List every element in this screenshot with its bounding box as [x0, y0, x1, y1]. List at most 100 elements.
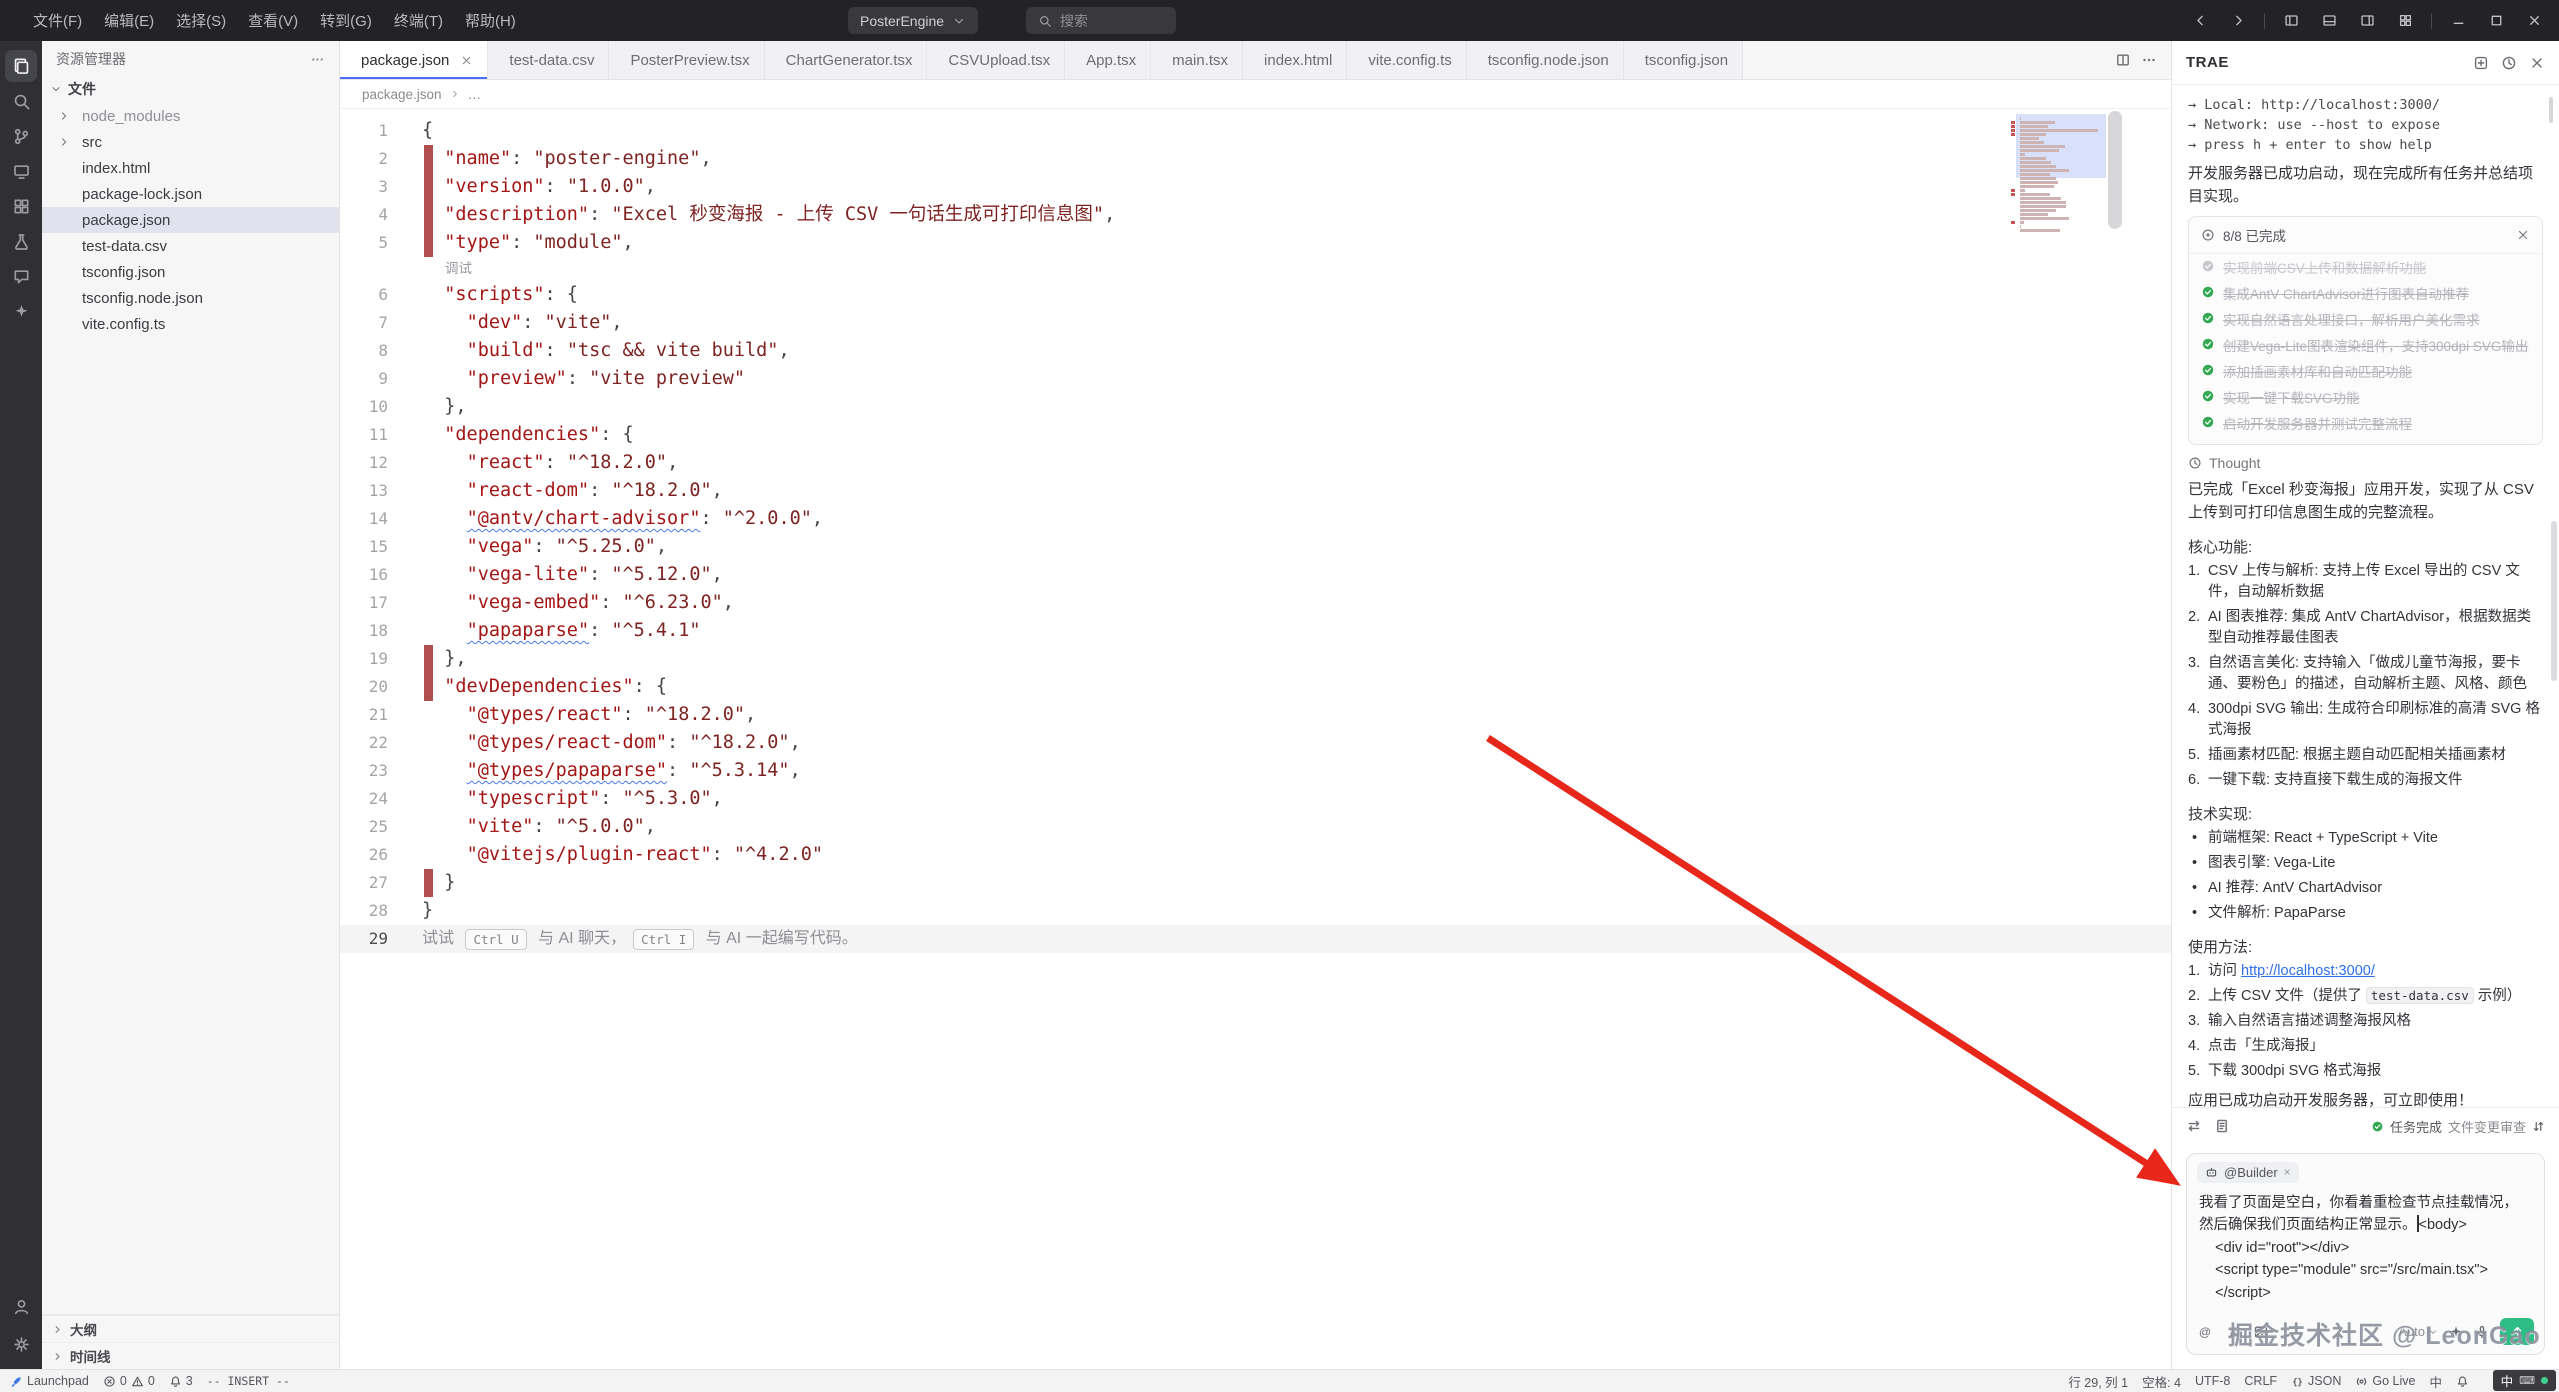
code-line-17[interactable]: 17 "vega-embed": "^6.23.0",	[340, 589, 2171, 617]
task-list-header[interactable]: 8/8 已完成	[2189, 217, 2542, 254]
status-空格: 4[interactable]: 空格: 4	[2142, 1372, 2181, 1391]
menu-item[interactable]: 转到(G)	[309, 0, 383, 41]
breadcrumb-more[interactable]: …	[468, 87, 482, 102]
tab-tsconfig.json[interactable]: TStsconfig.json	[1624, 41, 1743, 79]
status-CRLF[interactable]: CRLF	[2244, 1374, 2277, 1388]
ime-widget[interactable]: 中 ⌨	[2493, 1370, 2556, 1391]
activity-bubble[interactable]	[5, 260, 37, 292]
code-line-8[interactable]: 8 "build": "tsc && vite build",	[340, 337, 2171, 365]
notifications-count[interactable]: 3	[169, 1374, 193, 1388]
breadcrumb-file[interactable]: package.json	[362, 87, 442, 102]
send-button[interactable]	[2500, 1318, 2534, 1345]
code-line-1[interactable]: 1{	[340, 117, 2171, 145]
activity-flask[interactable]	[5, 225, 37, 257]
code-line-2[interactable]: 2 "name": "poster-engine",	[340, 145, 2171, 173]
code-line-11[interactable]: 11 "dependencies": {	[340, 421, 2171, 449]
new-chat-icon[interactable]	[2473, 55, 2489, 71]
tab-package.json[interactable]: {}package.json	[340, 41, 488, 79]
file-index.html[interactable]: <>index.html	[42, 155, 339, 181]
tab-CSVUpload.tsx[interactable]: CSVUpload.tsx	[927, 41, 1065, 79]
editor-scrollbar[interactable]	[2108, 111, 2122, 1321]
activity-blocks[interactable]	[5, 190, 37, 222]
code-line-29[interactable]: 29试试 Ctrl U 与 AI 聊天，Ctrl I 与 AI 一起编写代码。	[340, 925, 2171, 953]
open-changes-icon[interactable]	[2214, 1118, 2230, 1134]
activity-monitor[interactable]	[5, 155, 37, 187]
code-line-5[interactable]: 5 "type": "module",	[340, 229, 2171, 257]
code-line-21[interactable]: 21 "@types/react": "^18.2.0",	[340, 701, 2171, 729]
menu-item[interactable]: 文件(F)	[22, 0, 93, 41]
file-test-data.csv[interactable]: test-data.csv	[42, 233, 339, 259]
voice-input-icon[interactable]	[2474, 1324, 2490, 1340]
status-UTF-8[interactable]: UTF-8	[2195, 1374, 2230, 1388]
status-行 29, 列 1[interactable]: 行 29, 列 1	[2068, 1372, 2128, 1391]
toggle-sidebar-button[interactable]	[2274, 7, 2308, 35]
menu-item[interactable]: 查看(V)	[237, 0, 309, 41]
context-tag-icon[interactable]: #	[2225, 1324, 2241, 1340]
tab-ChartGenerator.tsx[interactable]: ChartGenerator.tsx	[765, 41, 928, 79]
model-selector[interactable]: Auto	[2398, 1324, 2438, 1339]
code-line-12[interactable]: 12 "react": "^18.2.0",	[340, 449, 2171, 477]
chat-input-card[interactable]: @Builder × 我看了页面是空白，你看着重检查节点挂载情况，然后确保我们页…	[2186, 1153, 2545, 1355]
thought-toggle[interactable]: Thought	[2188, 455, 2543, 471]
code-line-23[interactable]: 23 "@types/papaparse": "^5.3.14",	[340, 757, 2171, 785]
collapse-tasks-icon[interactable]	[2516, 228, 2530, 242]
close-tab-icon[interactable]	[460, 54, 473, 67]
panel-scrollbar[interactable]	[2551, 521, 2557, 681]
close-window-button[interactable]	[2517, 7, 2551, 35]
more-actions-icon[interactable]	[310, 52, 325, 67]
launchpad-button[interactable]: Launchpad	[10, 1374, 89, 1388]
builder-chip[interactable]: @Builder ×	[2197, 1162, 2299, 1183]
nav-back-button[interactable]	[2183, 7, 2217, 35]
split-editor-icon[interactable]	[2115, 52, 2131, 68]
code-line-3[interactable]: 3 "version": "1.0.0",	[340, 173, 2171, 201]
status-JSON[interactable]: {}JSON	[2291, 1374, 2341, 1388]
file-tsconfig.node.json[interactable]: TStsconfig.node.json	[42, 285, 339, 311]
code-editor[interactable]: 1{2 "name": "poster-engine",3 "version":…	[340, 109, 2171, 1369]
mention-icon[interactable]: @	[2197, 1324, 2213, 1340]
status-bell[interactable]	[2456, 1375, 2469, 1388]
sidebar-section-大纲[interactable]: 大纲	[42, 1315, 339, 1342]
menu-item[interactable]: 终端(T)	[383, 0, 454, 41]
activity-branch[interactable]	[5, 120, 37, 152]
layout-grid-button[interactable]	[2388, 7, 2422, 35]
minimap[interactable]	[2020, 117, 2100, 233]
problems-indicator[interactable]: 0 0	[103, 1374, 155, 1388]
activity-search[interactable]	[5, 85, 37, 117]
tab-main.tsx[interactable]: main.tsx	[1151, 41, 1243, 79]
file-package.json[interactable]: {}package.json	[42, 207, 339, 233]
remove-chip[interactable]: ×	[2284, 1165, 2291, 1179]
close-panel-icon[interactable]	[2529, 55, 2545, 71]
breadcrumb[interactable]: package.json …	[340, 80, 2171, 109]
code-line-24[interactable]: 24 "typescript": "^5.3.0",	[340, 785, 2171, 813]
file-node_modules[interactable]: node_modules	[42, 103, 339, 129]
code-line-13[interactable]: 13 "react-dom": "^18.2.0",	[340, 477, 2171, 505]
enhance-prompt-icon[interactable]	[2448, 1324, 2464, 1340]
tab-index.html[interactable]: <>index.html	[1243, 41, 1347, 79]
code-line-16[interactable]: 16 "vega-lite": "^5.12.0",	[340, 561, 2171, 589]
code-line-27[interactable]: 27 }	[340, 869, 2171, 897]
code-line-22[interactable]: 22 "@types/react-dom": "^18.2.0",	[340, 729, 2171, 757]
file-vite.config.ts[interactable]: vite.config.ts	[42, 311, 339, 337]
maximize-button[interactable]	[2479, 7, 2513, 35]
codelens-debug[interactable]: 调试	[340, 257, 2171, 281]
code-line-9[interactable]: 9 "preview": "vite preview"	[340, 365, 2171, 393]
files-section-header[interactable]: 文件	[42, 77, 339, 101]
file-src[interactable]: src	[42, 129, 339, 155]
minimize-button[interactable]	[2441, 7, 2475, 35]
code-line-10[interactable]: 10 },	[340, 393, 2171, 421]
nav-forward-button[interactable]	[2221, 7, 2255, 35]
code-line-4[interactable]: 4 "description": "Excel 秒变海报 - 上传 CSV 一句…	[340, 201, 2171, 229]
status-中[interactable]: 中	[2429, 1372, 2442, 1391]
editor-more-actions-icon[interactable]	[2141, 52, 2157, 68]
code-line-20[interactable]: 20 "devDependencies": {	[340, 673, 2171, 701]
toggle-view-icon[interactable]	[2186, 1118, 2202, 1134]
tab-test-data.csv[interactable]: test-data.csv	[488, 41, 609, 79]
toggle-right-panel-button[interactable]	[2350, 7, 2384, 35]
terminal-scrollbar[interactable]	[2549, 97, 2553, 123]
code-line-19[interactable]: 19 },	[340, 645, 2171, 673]
code-line-26[interactable]: 26 "@vitejs/plugin-react": "^4.2.0"	[340, 841, 2171, 869]
menu-item[interactable]: 帮助(H)	[454, 0, 527, 41]
code-line-15[interactable]: 15 "vega": "^5.25.0",	[340, 533, 2171, 561]
code-line-7[interactable]: 7 "dev": "vite",	[340, 309, 2171, 337]
chat-history-icon[interactable]	[2501, 55, 2517, 71]
